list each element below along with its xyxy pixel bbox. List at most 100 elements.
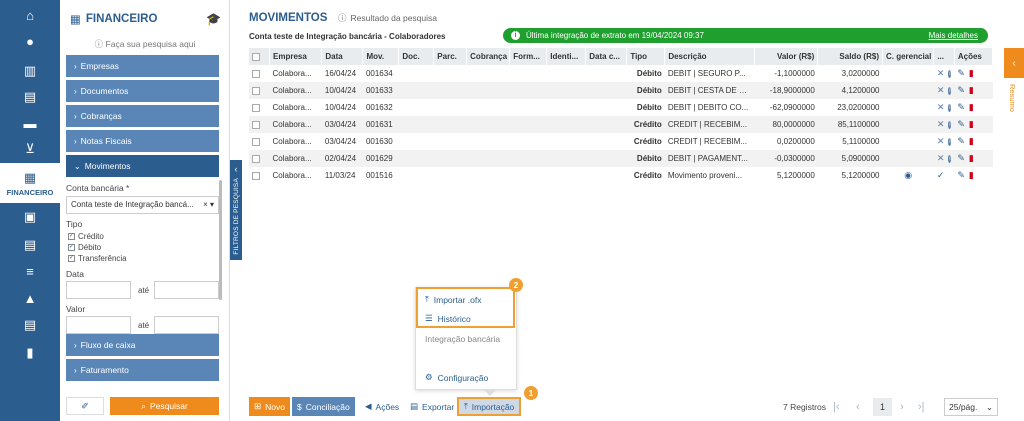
- banner-details-link[interactable]: Mais detalhes: [929, 31, 978, 40]
- edit-icon[interactable]: ✎: [957, 69, 965, 78]
- chart-icon[interactable]: ▮: [0, 340, 60, 366]
- rail-item-financeiro[interactable]: ▦ FINANCEIRO: [0, 163, 60, 203]
- report-icon[interactable]: ▤: [0, 312, 60, 338]
- list-check-icon[interactable]: ≡: [0, 258, 60, 284]
- eye-icon[interactable]: ◉: [904, 170, 912, 180]
- section-fluxo-de-caixa[interactable]: › Fluxo de caixa: [66, 334, 219, 356]
- sidebar-scrollbar[interactable]: [219, 180, 222, 300]
- row-select-cell[interactable]: [249, 82, 270, 99]
- document-icon[interactable]: ▤: [0, 84, 60, 110]
- row-checkbox[interactable]: [252, 137, 260, 146]
- section-empresas[interactable]: › Empresas: [66, 55, 219, 77]
- checkbox-checked[interactable]: ✓: [68, 255, 75, 262]
- table-row[interactable]: Colabora... 10/04/24 001632 Débito DEBIT | D…: [249, 99, 993, 116]
- row-checkbox[interactable]: [252, 171, 260, 180]
- close-icon[interactable]: ✕: [937, 154, 945, 163]
- col-header[interactable]: Data c...: [585, 48, 628, 65]
- row-select-cell[interactable]: [249, 116, 270, 133]
- trash-icon[interactable]: ▮: [969, 171, 974, 180]
- row-select-cell[interactable]: [249, 133, 270, 150]
- warning-icon[interactable]: ▲: [0, 285, 60, 311]
- row-select-cell[interactable]: [249, 167, 270, 184]
- home-icon[interactable]: ⌂: [0, 2, 60, 28]
- summary-label[interactable]: Resumo: [1008, 84, 1017, 112]
- col-header[interactable]: Form...: [509, 48, 548, 65]
- info-icon[interactable]: i: [948, 137, 952, 146]
- menu-item-config[interactable]: ⚙ Configuração: [425, 372, 488, 383]
- account-select[interactable]: Conta teste de Integração bancá... × ▾: [66, 196, 219, 214]
- menu-item-history[interactable]: ☰ Histórico: [425, 313, 471, 324]
- section-documentos[interactable]: › Documentos: [66, 80, 219, 102]
- close-icon[interactable]: ✕: [937, 86, 945, 95]
- next-page-icon[interactable]: ›: [900, 397, 904, 416]
- col-header[interactable]: Valor (R$): [754, 48, 819, 65]
- search-button[interactable]: ⌕ Pesquisar: [110, 397, 219, 415]
- value-to-input[interactable]: [154, 316, 219, 334]
- row-checkbox[interactable]: [252, 69, 260, 78]
- table-row[interactable]: Colabora... 03/04/24 001630 Crédito CREDIT |…: [249, 133, 993, 150]
- col-header[interactable]: C. gerencial: [882, 48, 935, 65]
- clear-filters-button[interactable]: ✐: [66, 397, 104, 415]
- close-icon[interactable]: ✕: [937, 69, 945, 78]
- section-faturamento[interactable]: › Faturamento: [66, 359, 219, 381]
- col-header[interactable]: Empresa: [269, 48, 323, 65]
- close-icon[interactable]: ✕: [937, 120, 945, 129]
- col-header[interactable]: Data: [321, 48, 364, 65]
- type-credito-checkbox[interactable]: ✓ Crédito: [68, 232, 104, 241]
- section-notas-fiscais[interactable]: › Notas Fiscais: [66, 130, 219, 152]
- close-icon[interactable]: ✕: [937, 137, 945, 146]
- cart-icon[interactable]: ⊻: [0, 136, 60, 162]
- select-all-cell[interactable]: [249, 48, 271, 65]
- row-checkbox[interactable]: [252, 86, 260, 95]
- edit-icon[interactable]: ✎: [957, 154, 965, 163]
- actions-button[interactable]: ◀ Ações: [360, 397, 404, 416]
- checkbox-checked[interactable]: ✓: [68, 244, 75, 251]
- file-icon[interactable]: ▤: [0, 232, 60, 258]
- col-header[interactable]: Tipo: [626, 48, 666, 65]
- table-row[interactable]: Colabora... 03/04/24 001631 Crédito CREDIT |…: [249, 116, 993, 133]
- col-header[interactable]: Identi...: [546, 48, 587, 65]
- prev-page-icon[interactable]: ‹: [856, 397, 860, 416]
- date-to-input[interactable]: [154, 281, 219, 299]
- import-button[interactable]: ⤒ Importação: [457, 397, 522, 416]
- edit-icon[interactable]: ✎: [957, 103, 965, 112]
- export-button[interactable]: ▤ Exportar: [405, 397, 459, 416]
- last-page-icon[interactable]: ›|: [918, 397, 925, 416]
- info-icon[interactable]: i: [948, 103, 952, 112]
- trash-icon[interactable]: ▮: [969, 103, 974, 112]
- col-header[interactable]: Saldo (R$): [817, 48, 883, 65]
- edit-icon[interactable]: ✎: [957, 120, 965, 129]
- truck-icon[interactable]: ▬: [0, 110, 60, 136]
- select-all-checkbox[interactable]: [252, 52, 260, 61]
- section-cobrancas[interactable]: › Cobranças: [66, 105, 219, 127]
- col-header[interactable]: ...: [933, 48, 955, 65]
- table-row[interactable]: Colabora... 11/03/24 001516 Crédito Moviment…: [249, 167, 993, 184]
- checkbox-checked[interactable]: ✓: [68, 233, 75, 240]
- info-icon[interactable]: i: [948, 69, 952, 78]
- date-from-input[interactable]: [66, 281, 131, 299]
- col-header[interactable]: Parc.: [433, 48, 468, 65]
- col-header[interactable]: Doc.: [398, 48, 435, 65]
- summary-toggle-button[interactable]: ‹: [1004, 48, 1024, 78]
- edit-icon[interactable]: ✎: [957, 86, 965, 95]
- row-select-cell[interactable]: [249, 65, 270, 82]
- col-header[interactable]: Cobrança: [466, 48, 511, 65]
- row-checkbox[interactable]: [252, 120, 260, 129]
- close-icon[interactable]: ✕: [937, 103, 945, 112]
- trash-icon[interactable]: ▮: [969, 86, 974, 95]
- conciliation-button[interactable]: $ Conciliação: [292, 397, 355, 416]
- page-size-select[interactable]: 25/pág. ⌄: [944, 398, 998, 416]
- trash-icon[interactable]: ▮: [969, 69, 974, 78]
- row-select-cell[interactable]: [249, 150, 270, 167]
- graduation-cap-icon[interactable]: 🎓: [206, 12, 221, 26]
- check-icon[interactable]: ✓: [937, 170, 945, 180]
- first-page-icon[interactable]: |‹: [833, 397, 840, 416]
- type-transferencia-checkbox[interactable]: ✓ Transferência: [68, 254, 127, 263]
- clear-select-icon[interactable]: × ▾: [203, 200, 214, 209]
- info-icon[interactable]: i: [948, 86, 952, 95]
- table-row[interactable]: Colabora... 02/04/24 001629 Débito DEBIT | P…: [249, 150, 993, 167]
- info-icon[interactable]: i: [948, 154, 952, 163]
- row-checkbox[interactable]: [252, 103, 260, 112]
- user-icon[interactable]: ●: [0, 28, 60, 54]
- value-from-input[interactable]: [66, 316, 131, 334]
